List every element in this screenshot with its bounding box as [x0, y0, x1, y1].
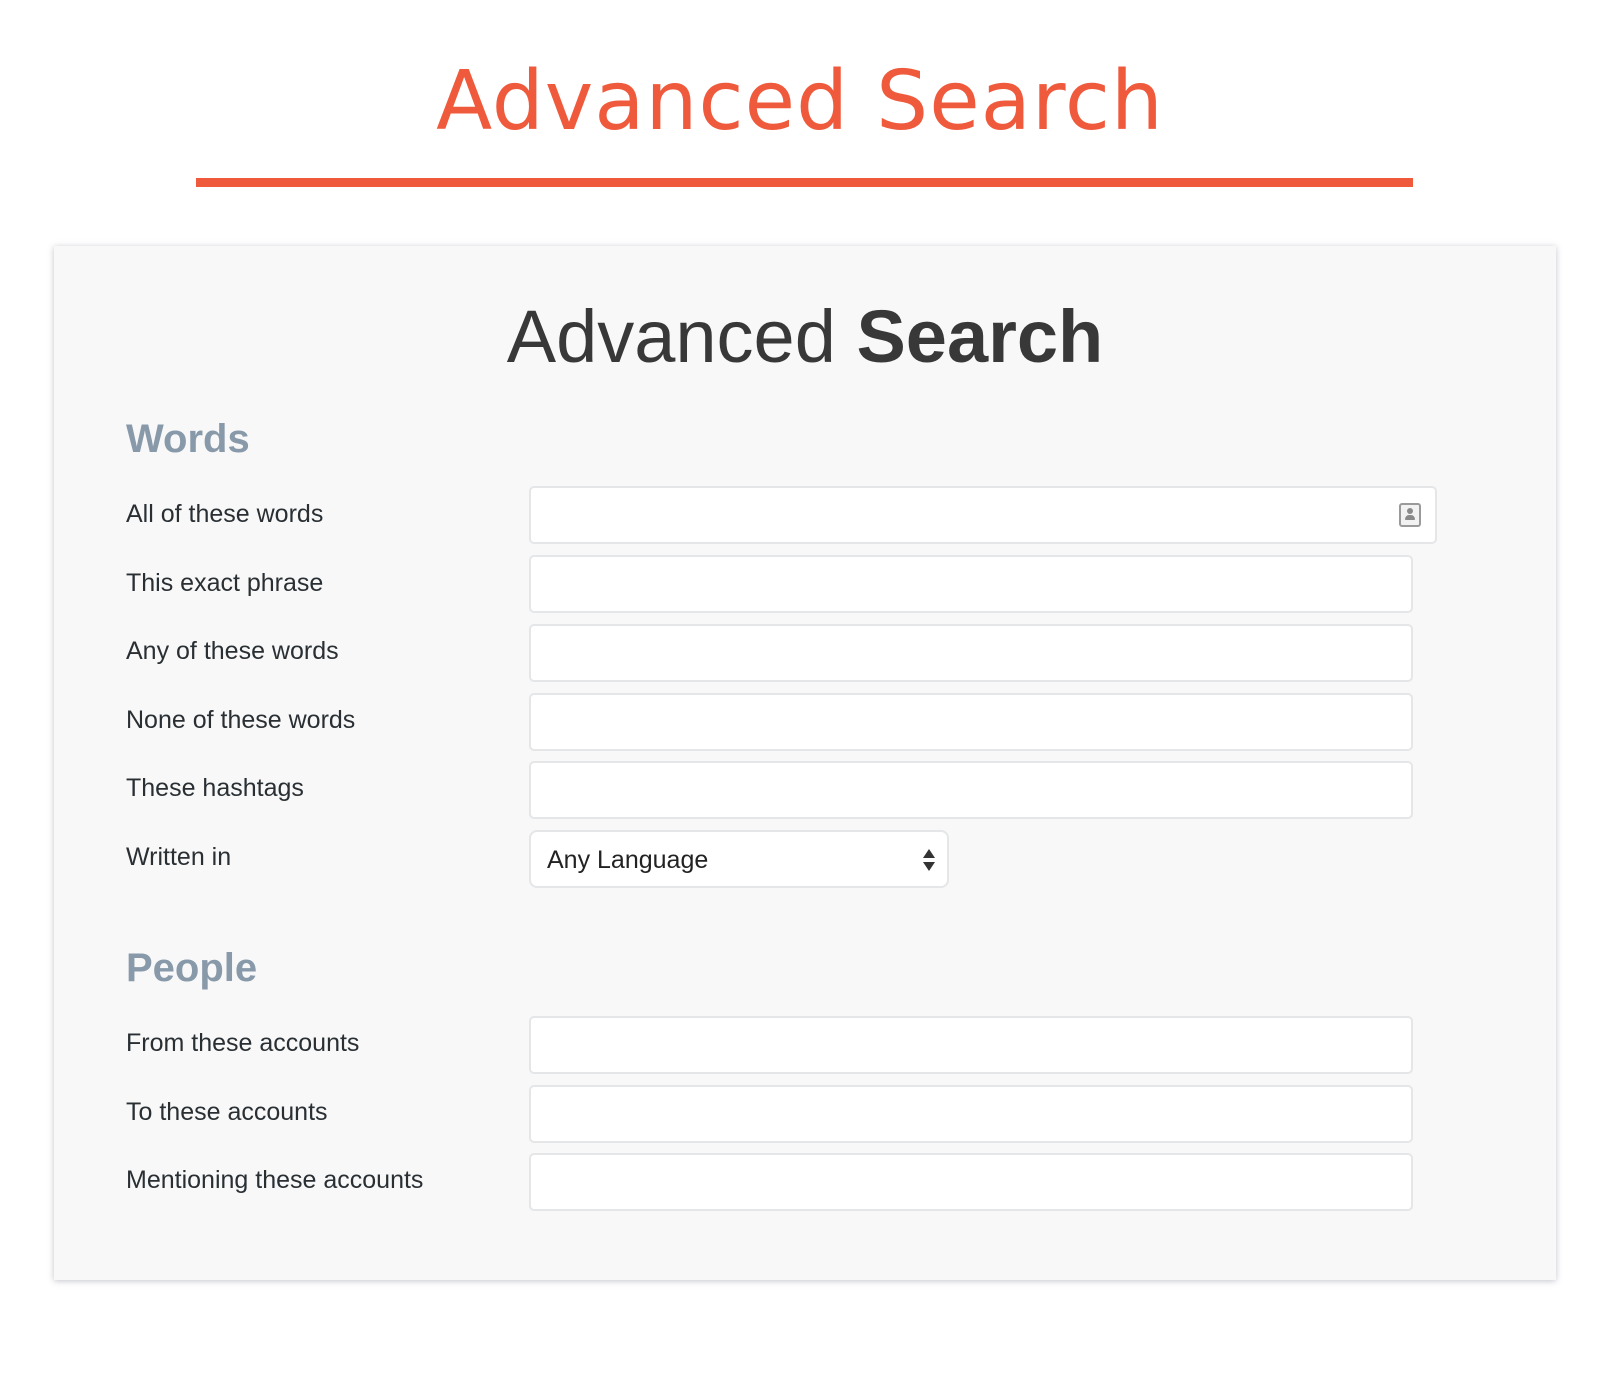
banner-underline	[196, 178, 1413, 187]
from-accounts-input[interactable]	[529, 1016, 1413, 1074]
up-down-arrows-icon	[923, 849, 935, 871]
contact-card-icon-head	[1407, 508, 1413, 514]
from-accounts-label: From these accounts	[126, 1029, 360, 1057]
section-heading-words: Words	[126, 417, 250, 461]
mentioning-accounts-input[interactable]	[529, 1153, 1413, 1211]
mentioning-accounts-label: Mentioning these accounts	[126, 1166, 424, 1194]
language-label: Written in	[126, 843, 232, 871]
all-words-input[interactable]	[529, 486, 1437, 544]
to-accounts-label: To these accounts	[126, 1098, 328, 1126]
any-words-input[interactable]	[529, 624, 1413, 682]
all-words-label: All of these words	[126, 500, 324, 528]
hashtags-label: These hashtags	[126, 774, 304, 802]
card-title-bold: Search	[856, 295, 1104, 378]
any-words-label: Any of these words	[126, 637, 339, 665]
banner-title: Advanced Search	[436, 54, 1164, 149]
language-select[interactable]: Any Language	[529, 830, 949, 888]
none-words-input[interactable]	[529, 693, 1413, 751]
card-title: Advanced Search	[54, 292, 1556, 382]
exact-phrase-input[interactable]	[529, 555, 1413, 613]
hashtags-input[interactable]	[529, 761, 1413, 819]
language-select-value: Any Language	[547, 846, 709, 874]
none-words-label: None of these words	[126, 706, 356, 734]
section-heading-people: People	[126, 946, 258, 990]
exact-phrase-label: This exact phrase	[126, 569, 324, 597]
card-title-light: Advanced	[506, 295, 836, 378]
contact-card-icon[interactable]	[1399, 503, 1421, 527]
to-accounts-input[interactable]	[529, 1085, 1413, 1143]
contact-card-icon-body	[1405, 515, 1415, 520]
advanced-search-card: Advanced Search Words All of these words…	[54, 246, 1556, 1280]
